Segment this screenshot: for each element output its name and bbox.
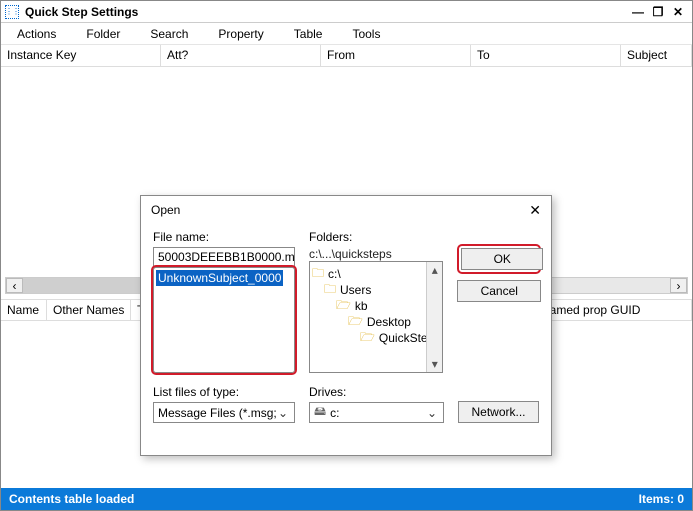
drive-icon: 🖴 — [314, 402, 326, 423]
dialog-close-icon[interactable]: ✕ — [529, 202, 541, 219]
open-dialog: Open ✕ File name: 50003DEEEBB1B0000.msg … — [140, 195, 552, 456]
col-att[interactable]: Att? — [161, 45, 321, 66]
file-list-selected[interactable]: UnknownSubject_0000 — [156, 270, 283, 286]
filename-label: File name: — [153, 230, 295, 244]
list-type-label: List files of type: — [153, 385, 295, 399]
menu-folder[interactable]: Folder — [80, 25, 126, 43]
folder-closed-icon: 🗀 — [324, 280, 336, 301]
restore-button[interactable]: ❐ — [648, 5, 668, 19]
tree-scrollbar[interactable]: ▴ ▾ — [426, 262, 442, 372]
menu-tools[interactable]: Tools — [346, 25, 386, 43]
col-subject[interactable]: Subject — [621, 45, 692, 66]
scroll-thumb[interactable] — [23, 278, 143, 293]
column-headers: Instance Key Att? From To Subject — [1, 45, 692, 67]
folder-tree[interactable]: 🗀c:\ 🗀Users 🗁kb 🗁Desktop 🗁QuickSteps ▴ ▾ — [309, 261, 443, 373]
filename-input[interactable]: 50003DEEEBB1B0000.msg — [153, 247, 295, 268]
close-button[interactable]: ✕ — [668, 5, 688, 19]
folder-closed-icon: 🗀 — [312, 264, 324, 285]
menu-actions[interactable]: Actions — [11, 25, 62, 43]
col-to[interactable]: To — [471, 45, 621, 66]
app-icon — [5, 5, 19, 19]
cancel-button[interactable]: Cancel — [457, 280, 541, 302]
ok-button[interactable]: OK — [461, 248, 543, 270]
subcol-name[interactable]: Name — [1, 300, 47, 320]
folders-label: Folders: — [309, 230, 443, 244]
title-bar: Quick Step Settings — ❐ ✕ — [1, 1, 692, 23]
ok-highlight: OK — [457, 244, 541, 274]
subcol-named-prop-guid[interactable]: Named prop GUID — [535, 300, 692, 320]
drives-combo[interactable]: 🖴 c: ⌄ — [309, 402, 444, 423]
drives-value: c: — [330, 406, 425, 420]
network-button[interactable]: Network... — [458, 401, 539, 423]
menu-search[interactable]: Search — [144, 25, 194, 43]
drives-label: Drives: — [309, 385, 444, 399]
status-text: Contents table loaded — [9, 492, 134, 506]
menu-bar: Actions Folder Search Property Table Too… — [1, 23, 692, 45]
chevron-down-icon[interactable]: ⌄ — [425, 406, 439, 420]
menu-property[interactable]: Property — [212, 25, 269, 43]
file-listbox[interactable]: UnknownSubject_0000 — [153, 267, 295, 373]
subcol-other-names[interactable]: Other Names — [47, 300, 131, 320]
status-bar: Contents table loaded Items: 0 — [1, 488, 692, 510]
folder-open-icon: 🗁 — [360, 328, 375, 349]
scroll-right-icon[interactable]: › — [670, 278, 687, 293]
chevron-down-icon[interactable]: ⌄ — [276, 406, 290, 420]
minimize-button[interactable]: — — [628, 5, 648, 19]
menu-table[interactable]: Table — [288, 25, 329, 43]
list-type-combo[interactable]: Message Files (*.msg;*.o ⌄ — [153, 402, 295, 423]
dialog-title: Open — [151, 203, 529, 217]
col-from[interactable]: From — [321, 45, 471, 66]
scroll-left-icon[interactable]: ‹ — [6, 278, 23, 293]
scroll-up-icon[interactable]: ▴ — [427, 262, 442, 278]
list-type-value: Message Files (*.msg;*.o — [158, 406, 276, 420]
folders-path: c:\...\quicksteps — [309, 247, 443, 261]
col-instance-key[interactable]: Instance Key — [1, 45, 161, 66]
dialog-titlebar: Open ✕ — [141, 196, 551, 224]
content-area: ‹ › Name Other Names Ta Named prop GUID … — [1, 67, 692, 447]
status-items: Items: 0 — [639, 492, 684, 506]
scroll-down-icon[interactable]: ▾ — [427, 356, 442, 372]
window-title: Quick Step Settings — [25, 5, 628, 19]
